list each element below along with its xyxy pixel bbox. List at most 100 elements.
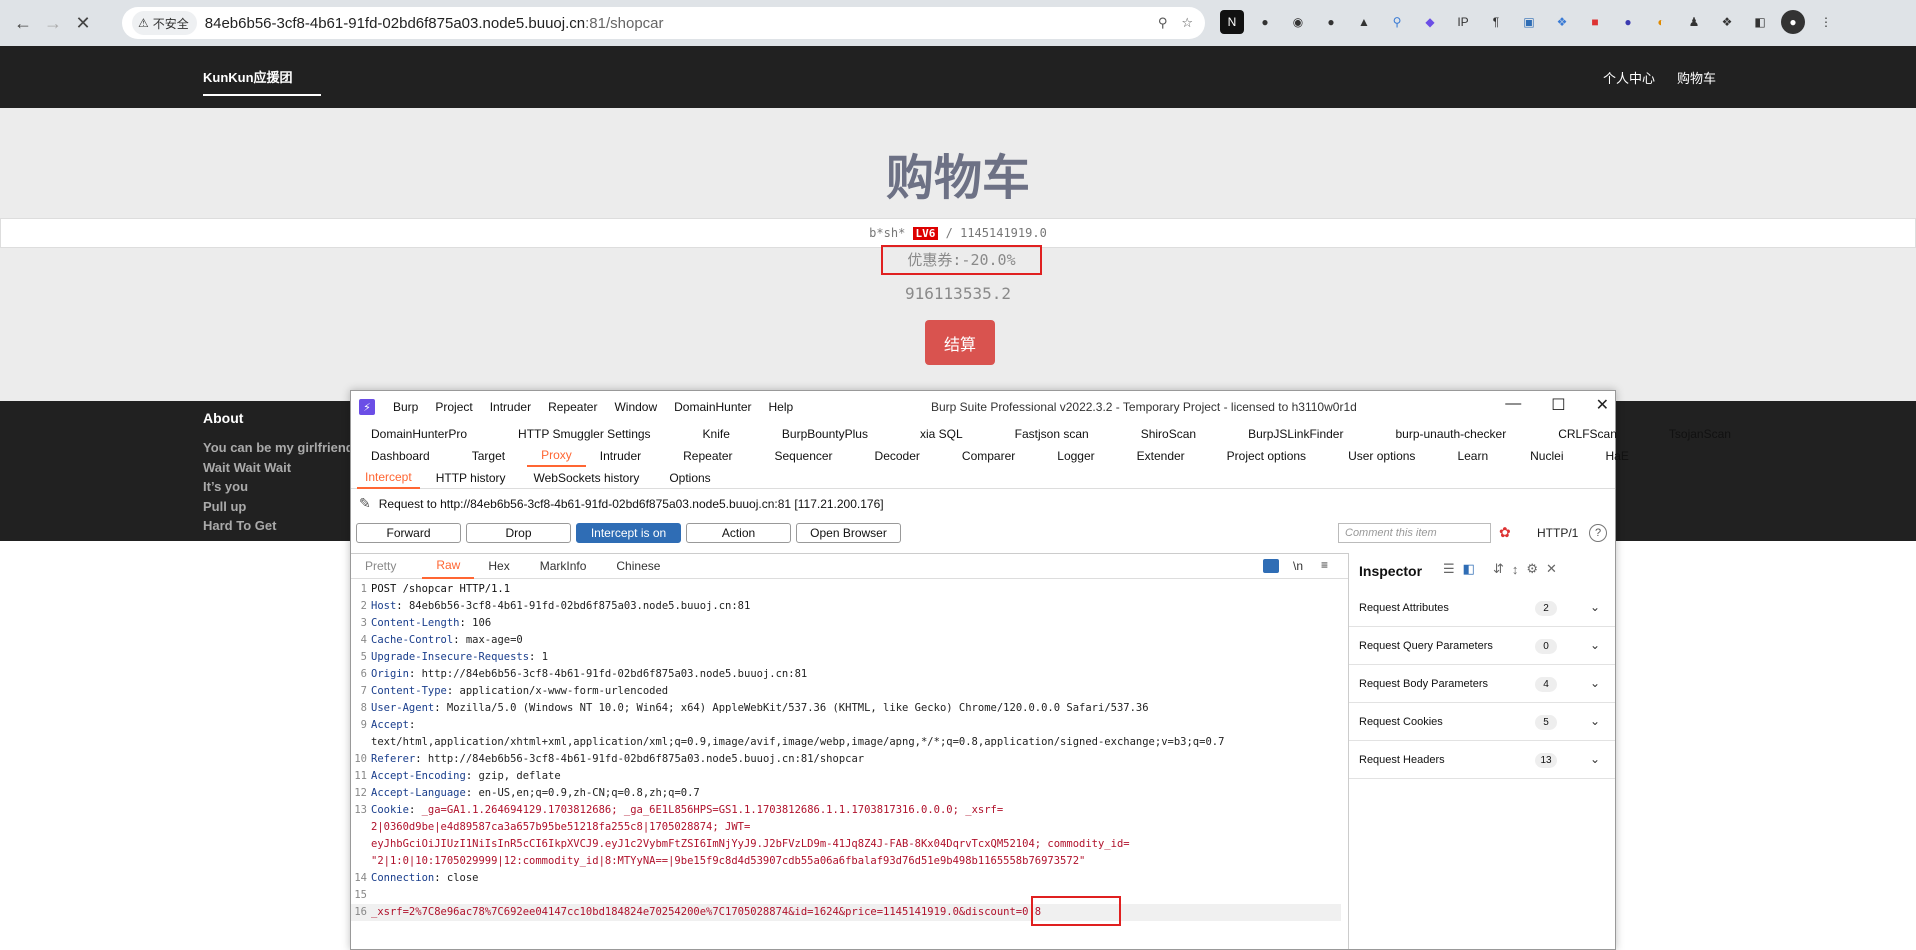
newline-toggle-icon[interactable]: \n [1293,559,1303,573]
extension-icon[interactable]: N [1220,10,1244,34]
bookmark-star-icon[interactable]: ☆ [1181,15,1193,31]
tab-sequencer[interactable]: Sequencer [775,449,833,463]
tab-hex[interactable]: Hex [488,559,509,573]
stop-loading-icon[interactable]: ✕ [68,8,98,38]
tab-raw[interactable]: Raw [422,553,475,579]
tab-burpbountyplus[interactable]: BurpBountyPlus [782,427,868,441]
pencil-icon[interactable]: ✎ [359,495,371,512]
tab-target[interactable]: Target [472,449,505,463]
nav-shopcar[interactable]: 购物车 [1677,68,1716,87]
tab-http-history[interactable]: HTTP history [436,471,506,485]
location-pin-icon[interactable]: ⚲ [1385,10,1409,34]
menu-window[interactable]: Window [614,400,657,414]
tab-markinfo[interactable]: MarkInfo [540,559,587,573]
settings-gear-icon[interactable]: ⚙ [1526,561,1538,577]
ip-icon[interactable]: IP [1451,10,1475,34]
action-button[interactable]: Action [686,523,791,543]
protocol-label[interactable]: HTTP/1 [1537,526,1578,540]
tab-learn[interactable]: Learn [1457,449,1488,463]
help-icon[interactable]: ? [1589,524,1607,542]
tab-knife[interactable]: Knife [703,427,730,441]
footer-link[interactable]: Pull up [203,497,354,517]
extension-icon[interactable]: ● [1253,10,1277,34]
extension-icon[interactable]: ◐ [1649,10,1673,34]
checkout-button[interactable]: 结算 [925,320,995,365]
menu-intruder[interactable]: Intruder [490,400,531,414]
footer-link[interactable]: You can be my girlfriend [203,438,354,458]
menu-project[interactable]: Project [435,400,472,414]
nav-user-center[interactable]: 个人中心 [1603,68,1655,87]
tab-comparer[interactable]: Comparer [962,449,1015,463]
inspector-row-query-params[interactable]: Request Query Parameters 0 ⌄ [1349,627,1615,665]
inspector-row-cookies[interactable]: Request Cookies 5 ⌄ [1349,703,1615,741]
tab-burpjslinkfinder[interactable]: BurpJSLinkFinder [1248,427,1343,441]
menu-repeater[interactable]: Repeater [548,400,597,414]
forward-button[interactable]: Forward [356,523,461,543]
tab-websockets-history[interactable]: WebSockets history [534,471,640,485]
highlight-color-icon[interactable]: ✿ [1499,524,1511,541]
request-editor[interactable]: 1 POST /shopcar HTTP/1.1 2 Host: 84eb6b56-… [351,581,1341,921]
intercept-toggle-button[interactable]: Intercept is on [576,523,681,543]
extension-icon[interactable]: ▣ [1517,10,1541,34]
tab-repeater[interactable]: Repeater [683,449,732,463]
expand-icon[interactable]: ⇵ [1493,561,1504,577]
extension-icon[interactable]: ◆ [1418,10,1442,34]
side-panel-icon[interactable]: ◧ [1748,10,1772,34]
tab-decoder[interactable]: Decoder [875,449,920,463]
tab-logger[interactable]: Logger [1057,449,1094,463]
tab-domainhunterpro[interactable]: DomainHunterPro [371,427,467,441]
close-icon[interactable]: ✕ [1546,561,1557,577]
tab-options[interactable]: Options [669,471,710,485]
menu-burp[interactable]: Burp [393,400,418,414]
menu-help[interactable]: Help [769,400,794,414]
security-chip[interactable]: ⚠ 不安全 [132,11,197,35]
tab-chinese[interactable]: Chinese [616,559,660,573]
tab-dashboard[interactable]: Dashboard [371,449,430,463]
menu-domainhunter[interactable]: DomainHunter [674,400,751,414]
minimize-icon[interactable]: — [1505,395,1521,415]
tab-intruder[interactable]: Intruder [600,449,641,463]
zoom-search-icon[interactable]: ⚲ [1158,15,1168,31]
tab-http-smuggler[interactable]: HTTP Smuggler Settings [518,427,651,441]
open-browser-button[interactable]: Open Browser [796,523,901,543]
forward-icon[interactable]: → [38,8,68,38]
tab-crlfscan[interactable]: CRLFScan [1558,427,1617,441]
tab-nuclei[interactable]: Nuclei [1530,449,1563,463]
maximize-icon[interactable]: ☐ [1551,395,1565,415]
tab-burp-unauth-checker[interactable]: burp-unauth-checker [1395,427,1506,441]
inspector-row-body-params[interactable]: Request Body Parameters 4 ⌄ [1349,665,1615,703]
tab-fastjson-scan[interactable]: Fastjson scan [1015,427,1089,441]
cookie-icon[interactable]: ● [1319,10,1343,34]
back-icon[interactable]: ← [8,8,38,38]
footer-link[interactable]: Wait Wait Wait [203,458,354,478]
tab-proxy[interactable]: Proxy [527,445,586,467]
extension-icon[interactable]: ❖ [1550,10,1574,34]
menu-kebab-icon[interactable]: ⋮ [1814,10,1838,34]
footer-link[interactable]: It’s you [203,477,354,497]
editor-menu-icon[interactable]: ≡ [1321,558,1328,572]
url-text[interactable]: 84eb6b56-3cf8-4b61-91fd-02bd6f875a03.nod… [205,15,664,32]
footer-link[interactable]: Hard To Get [203,516,354,536]
tab-xia-sql[interactable]: xia SQL [920,427,963,441]
extension-icon[interactable]: ♟ [1682,10,1706,34]
tab-project-options[interactable]: Project options [1227,449,1306,463]
tab-hae[interactable]: HaE [1606,449,1629,463]
extension-icon[interactable]: ▲ [1352,10,1376,34]
tab-pretty[interactable]: Pretty [365,559,396,573]
comment-field[interactable]: Comment this item [1338,523,1491,543]
drop-button[interactable]: Drop [466,523,571,543]
wrap-lines-icon[interactable] [1263,559,1279,573]
address-bar[interactable]: ⚠ 不安全 84eb6b56-3cf8-4b61-91fd-02bd6f875a0… [122,7,1205,39]
list-view-icon[interactable]: ☰ [1443,561,1455,577]
tab-tsojanscan[interactable]: TsojanScan [1669,427,1731,441]
inspector-row-attributes[interactable]: Request Attributes 2 ⌄ [1349,589,1615,627]
collapse-icon[interactable]: ↕ [1512,562,1519,577]
tab-shiroscan[interactable]: ShiroScan [1141,427,1196,441]
close-icon[interactable]: ✕ [1596,395,1609,415]
extension-icon[interactable]: ■ [1583,10,1607,34]
site-brand[interactable]: KunKun应援团 [203,67,293,86]
avatar[interactable]: ● [1781,10,1805,34]
tab-user-options[interactable]: User options [1348,449,1415,463]
extension-icon[interactable]: ¶ [1484,10,1508,34]
extension-icon[interactable]: ◉ [1286,10,1310,34]
